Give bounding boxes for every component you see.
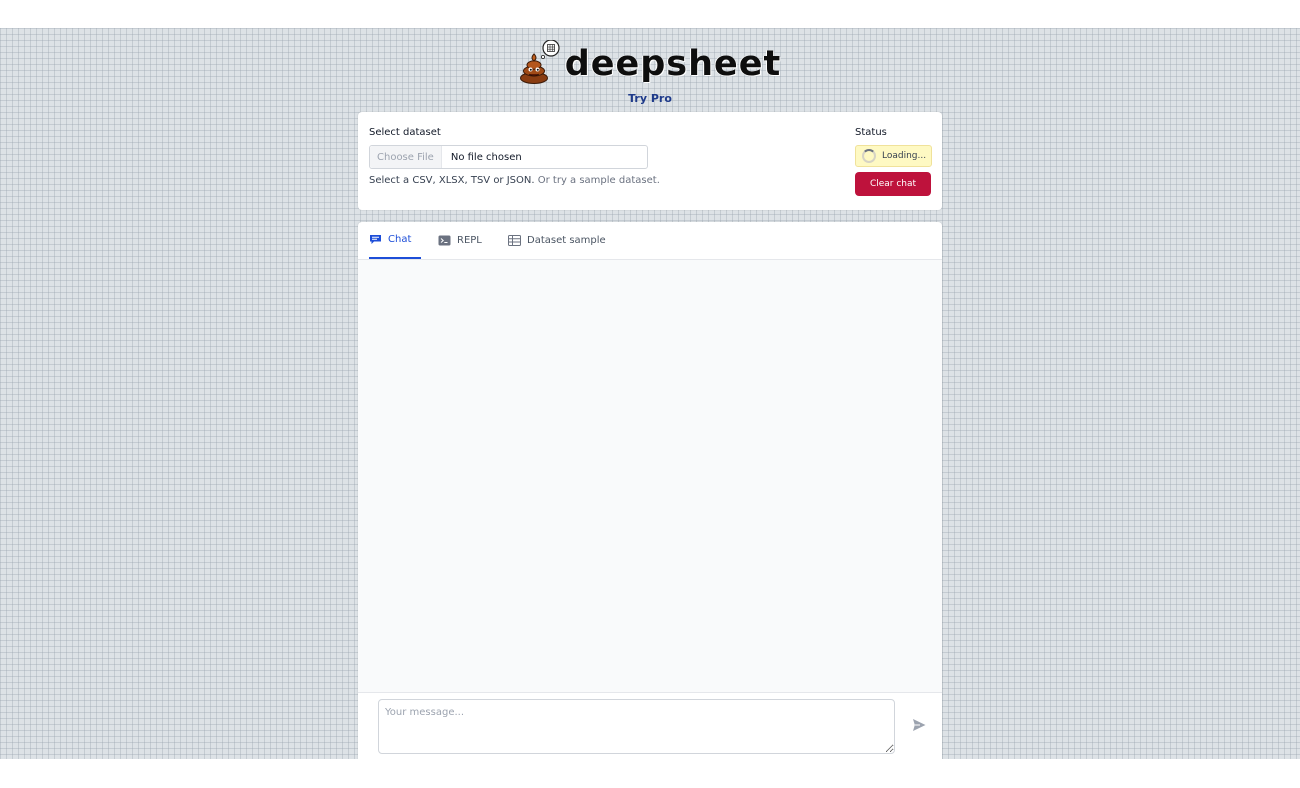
status-label: Status <box>855 127 887 138</box>
tab-bar: Chat REPL Dataset sample <box>358 222 942 260</box>
tab-dataset-sample[interactable]: Dataset sample <box>508 222 606 258</box>
tab-repl-label: REPL <box>457 234 482 246</box>
send-icon <box>911 719 927 736</box>
message-input[interactable] <box>378 699 895 754</box>
status-value: Loading... <box>882 151 927 161</box>
dataset-file-input[interactable]: Choose File No file chosen <box>369 145 648 169</box>
app-header: deepsheet Try Pro <box>0 38 1300 105</box>
tab-chat-label: Chat <box>388 234 412 245</box>
terminal-icon <box>438 235 451 246</box>
message-composer <box>358 692 942 759</box>
dataset-card: Select dataset Choose File No file chose… <box>358 112 942 210</box>
tab-repl[interactable]: REPL <box>438 222 482 258</box>
poop-logo-icon <box>519 39 563 84</box>
chat-card: Chat REPL Dataset sample Your message... <box>358 222 942 759</box>
tab-chat[interactable]: Chat <box>369 222 422 259</box>
try-pro-link[interactable]: Try Pro <box>0 92 1300 105</box>
chat-bubble-icon <box>369 234 382 245</box>
chat-messages-area[interactable] <box>358 260 942 692</box>
sample-dataset-link[interactable]: Or try a sample dataset. <box>538 175 660 186</box>
tab-dataset-sample-label: Dataset sample <box>527 234 606 246</box>
select-dataset-label: Select dataset <box>369 127 441 138</box>
file-status-text: No file chosen <box>450 151 522 163</box>
status-badge: Loading... <box>855 145 932 167</box>
dataset-help-label: Select a CSV, XLSX, TSV or JSON. <box>369 175 535 186</box>
dataset-help-text: Select a CSV, XLSX, TSV or JSON. Or try … <box>369 175 660 186</box>
choose-file-button[interactable]: Choose File <box>370 146 442 168</box>
app-background: deepsheet Try Pro Select dataset Choose … <box>0 28 1300 759</box>
logo: deepsheet <box>519 38 782 84</box>
table-icon <box>508 234 521 246</box>
logo-text: deepsheet <box>564 44 782 84</box>
clear-chat-button[interactable]: Clear chat <box>855 172 931 196</box>
loading-spinner-icon <box>862 149 876 163</box>
send-button[interactable] <box>910 717 928 735</box>
